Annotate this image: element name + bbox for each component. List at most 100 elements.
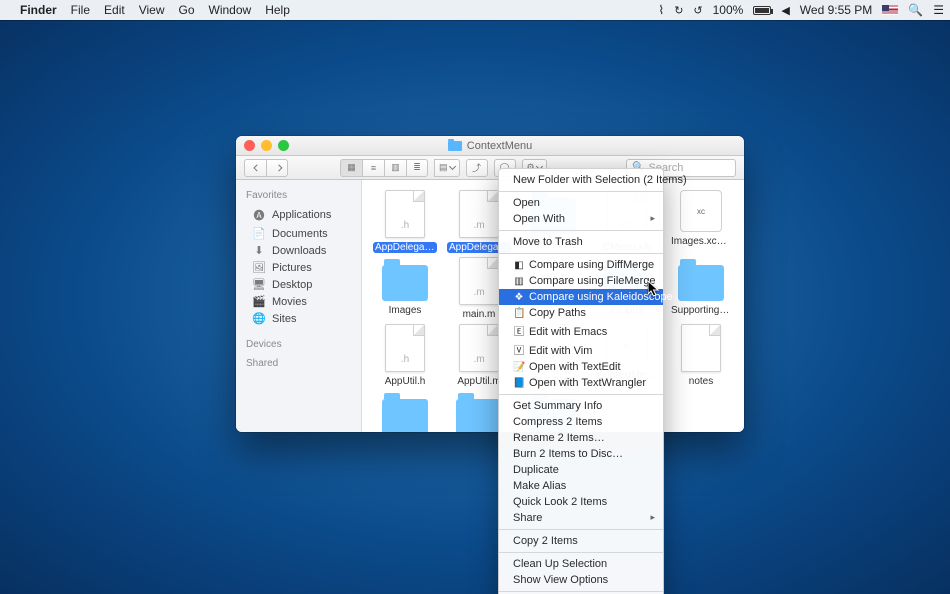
clock[interactable]: Wed 9:55 PM (800, 3, 872, 17)
file-item[interactable]: Images (370, 257, 440, 320)
ctx-item-icon: 🄴 (513, 323, 525, 338)
ctx-item[interactable]: Rename 2 Items… (499, 430, 663, 446)
volume-icon[interactable]: ◀ (781, 4, 789, 17)
menu-view[interactable]: View (139, 3, 165, 17)
desktop-icon: 🖥 (252, 278, 266, 291)
ctx-item[interactable]: Show View Options (499, 572, 663, 588)
file-label: AppUtil.h (383, 376, 428, 387)
file-item[interactable]: .hAppUtil.h (370, 324, 440, 387)
ctx-item[interactable]: Duplicate (499, 462, 663, 478)
ctx-item-icon: 🅅 (513, 342, 525, 357)
document-icon (681, 324, 721, 372)
ctx-item[interactable]: Make Alias (499, 478, 663, 494)
movies-icon: 🎬 (252, 295, 266, 308)
ctx-item-label: Clean Up Selection (513, 558, 607, 570)
back-button[interactable] (244, 159, 266, 177)
ctx-item-label: New Folder with Selection (2 Items) (513, 174, 687, 186)
ctx-item[interactable]: ◧ Compare using DiffMerge (499, 257, 663, 273)
titlebar[interactable]: ContextMenu (236, 136, 744, 156)
ctx-item-icon: 📋 (513, 308, 525, 319)
ctx-item-label: Share (513, 512, 542, 524)
ctx-item-label: Open with TextEdit (529, 361, 621, 373)
file-label: AppUtil.m (455, 376, 502, 387)
menu-app[interactable]: Finder (20, 3, 57, 17)
arrange-button[interactable]: ▤ (434, 159, 460, 177)
view-cover-button[interactable]: ≣ (406, 159, 428, 177)
ctx-item-label: Open With (513, 213, 565, 225)
file-item[interactable]: notes (666, 324, 736, 387)
notification-center-icon[interactable]: ☰ (933, 3, 944, 17)
sidebar-head-devices: Devices (236, 335, 361, 354)
ctx-item[interactable]: 🅅Edit with Vim (499, 340, 663, 359)
nav-buttons (244, 159, 288, 177)
ctx-item-label: Burn 2 Items to Disc… (513, 448, 623, 460)
context-menu: New Folder with Selection (2 Items) Open O… (498, 168, 664, 594)
ctx-item[interactable]: Copy 2 Items (499, 533, 663, 549)
file-item[interactable]: xcImages.xcassets (666, 190, 736, 253)
ctx-item[interactable]: Clean Up Selection (499, 556, 663, 572)
ctx-item-label: Compare using Kaleidoscope (529, 291, 673, 303)
view-column-button[interactable]: ▥ (384, 159, 406, 177)
file-item[interactable] (370, 391, 440, 432)
wifi-icon[interactable]: ⌇ (658, 3, 664, 17)
share-button[interactable]: ⤴ (466, 159, 488, 177)
ctx-item-label: Compare using DiffMerge (529, 259, 654, 271)
sidebar-item-downloads[interactable]: ⬇Downloads (236, 242, 361, 259)
ctx-item[interactable]: 📋Copy Paths (499, 305, 663, 321)
document-icon: .m (459, 190, 499, 238)
minimize-button[interactable] (261, 140, 272, 151)
sidebar-item-pictures[interactable]: 🖼Pictures (236, 259, 361, 276)
menu-window[interactable]: Window (209, 3, 252, 17)
sidebar-item-sites[interactable]: 🌐Sites (236, 310, 361, 327)
ctx-item[interactable]: Compress 2 Items (499, 414, 663, 430)
ctx-item-label: Duplicate (513, 464, 559, 476)
ctx-item[interactable]: Quick Look 2 Items (499, 494, 663, 510)
menu-help[interactable]: Help (265, 3, 290, 17)
file-item[interactable]: Supporting Files (666, 257, 736, 320)
ctx-item[interactable]: Burn 2 Items to Disc… (499, 446, 663, 462)
ctx-item[interactable]: Open (499, 195, 663, 211)
ctx-item[interactable]: Move to Trash (499, 234, 663, 250)
ctx-item[interactable]: ▥Compare using FileMerge (499, 273, 663, 289)
ctx-item-label: Get Summary Info (513, 400, 602, 412)
close-button[interactable] (244, 140, 255, 151)
file-item[interactable]: .hAppDelegate.h (370, 190, 440, 253)
ctx-item[interactable]: 🄴Edit with Emacs (499, 321, 663, 340)
battery-icon[interactable] (753, 6, 771, 15)
file-label: Supporting Files (669, 305, 733, 316)
ctx-item[interactable]: Get Summary Info (499, 398, 663, 414)
sidebar-item-applications[interactable]: 🅐Applications (236, 205, 361, 225)
ctx-item-label: Copy 2 Items (513, 535, 578, 547)
ctx-item[interactable]: Open With (499, 211, 663, 227)
documents-icon: 📄 (252, 227, 266, 240)
ctx-item-label: Move to Trash (513, 236, 583, 248)
ctx-item[interactable]: 📘Open with TextWrangler (499, 375, 663, 391)
document-icon: .m (459, 324, 499, 372)
sidebar-item-movies[interactable]: 🎬Movies (236, 293, 361, 310)
timemachine-icon[interactable]: ↺ (693, 4, 702, 17)
menu-go[interactable]: Go (179, 3, 195, 17)
forward-button[interactable] (266, 159, 288, 177)
ctx-item[interactable]: Share (499, 510, 663, 526)
menu-file[interactable]: File (71, 3, 90, 17)
file-label: notes (687, 376, 715, 387)
window-title: ContextMenu (467, 140, 532, 152)
view-icon-button[interactable]: ▦ (340, 159, 362, 177)
sync-icon[interactable]: ↻ (674, 4, 683, 17)
sidebar-item-desktop[interactable]: 🖥Desktop (236, 276, 361, 293)
title-folder-icon (448, 141, 462, 151)
input-flag-icon[interactable] (882, 5, 898, 15)
ctx-item[interactable]: New Folder with Selection (2 Items) (499, 172, 663, 188)
menu-edit[interactable]: Edit (104, 3, 125, 17)
zoom-button[interactable] (278, 140, 289, 151)
spotlight-icon[interactable]: 🔍 (908, 3, 923, 17)
view-list-button[interactable]: ≡ (362, 159, 384, 177)
sidebar-item-documents[interactable]: 📄Documents (236, 225, 361, 242)
ctx-item[interactable]: 📝Open with TextEdit (499, 359, 663, 375)
ctx-item[interactable]: ❖Compare using Kaleidoscope (499, 289, 663, 305)
battery-percent: 100% (713, 3, 744, 17)
ctx-item-icon: ▥ (513, 276, 525, 287)
ctx-item-label: Compress 2 Items (513, 416, 602, 428)
sidebar-head-favorites: Favorites (236, 186, 361, 205)
ctx-item-icon: ◧ (513, 260, 525, 271)
